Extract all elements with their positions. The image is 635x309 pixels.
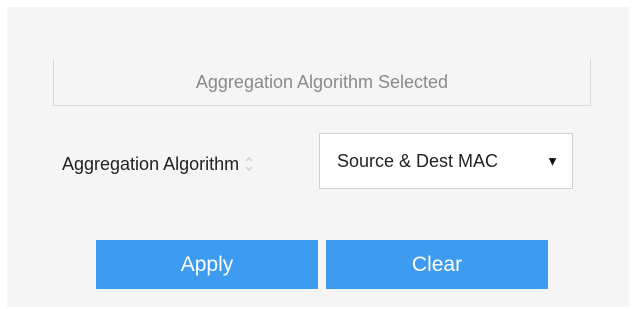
section-header: Aggregation Algorithm Selected bbox=[53, 59, 591, 106]
apply-button-label: Apply bbox=[180, 252, 234, 276]
clear-button[interactable]: Clear bbox=[326, 240, 548, 289]
aggregation-algorithm-select[interactable]: Source & Dest MAC ▼ bbox=[319, 133, 573, 189]
aggregation-algorithm-label-text: Aggregation Algorithm bbox=[62, 153, 240, 174]
chevron-down-icon: ▼ bbox=[546, 153, 559, 169]
section-header-label: Aggregation Algorithm Selected bbox=[195, 71, 449, 92]
config-panel: Aggregation Algorithm Selected Aggregati… bbox=[7, 7, 629, 307]
clear-button-label: Clear bbox=[411, 252, 463, 276]
apply-button[interactable]: Apply bbox=[96, 240, 318, 289]
select-value: Source & Dest MAC bbox=[337, 150, 499, 171]
sort-icon[interactable] bbox=[245, 153, 253, 175]
aggregation-algorithm-label: Aggregation Algorithm bbox=[62, 147, 253, 181]
